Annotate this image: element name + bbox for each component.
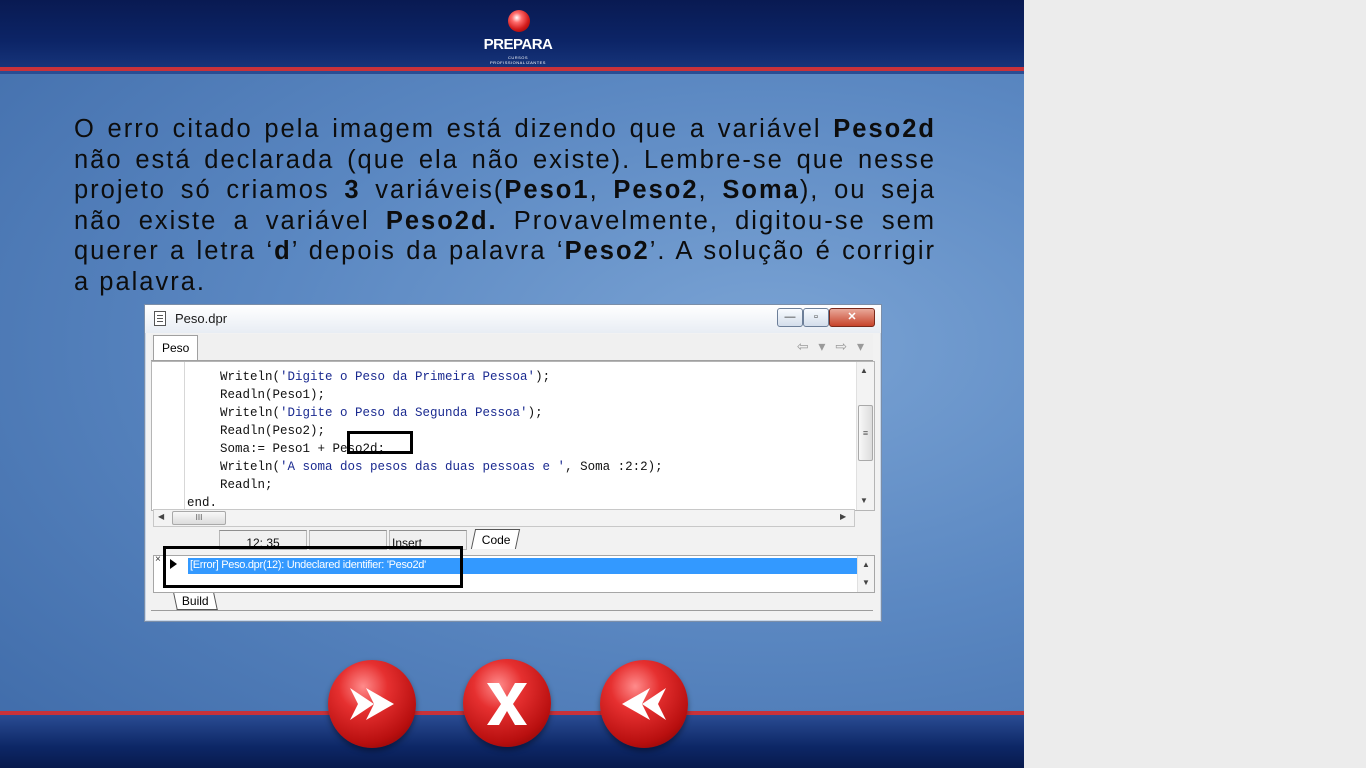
close-panel-icon[interactable]: × [155, 554, 161, 565]
code-line: Readln; [220, 476, 273, 494]
code-token: end. [187, 496, 218, 510]
tab-peso[interactable]: Peso [153, 335, 199, 360]
next-button[interactable] [328, 660, 416, 748]
code-token: Readln(Peso2); [220, 424, 326, 438]
code-editor[interactable]: Writeln('Digite o Peso da Primeira Pesso… [151, 361, 875, 511]
paragraph-bold-run: d [274, 237, 292, 265]
string-literal: 'Digite o Peso da Primeira Pessoa' [280, 370, 536, 384]
header-banner: PREPARA CURSOS PROFISSIONALIZANTES [0, 0, 1024, 68]
previous-button[interactable] [600, 660, 688, 748]
code-line: Readln(Peso2); [220, 422, 325, 440]
paragraph-bold-run: Peso2d [833, 115, 936, 143]
slide: PREPARA CURSOS PROFISSIONALIZANTES O err… [0, 0, 1024, 768]
ide-bottom-border [151, 610, 873, 615]
header-blue-line [0, 71, 1024, 74]
code-line: Readln(Peso1); [220, 386, 325, 404]
code-token: Writeln( [220, 406, 281, 420]
scroll-down-icon[interactable]: ▼ [860, 496, 868, 505]
paragraph-bold-run: Peso2 [564, 237, 650, 265]
logo-name: PREPARA [483, 36, 553, 53]
ide-window: Peso.dpr — ▫ ✕ Peso ⇦ ▾ ⇨ ▾ Writeln('Dig… [144, 304, 882, 622]
code-token: ); [535, 370, 551, 384]
x-icon [487, 683, 527, 725]
error-highlight-box [347, 431, 413, 454]
code-token: Readln; [220, 478, 273, 492]
paragraph-run: , [698, 176, 723, 204]
code-line: Writeln('Digite o Peso da Primeira Pesso… [220, 368, 550, 386]
tab-build[interactable]: Build [173, 593, 218, 610]
window-title: Peso.dpr [175, 311, 228, 326]
code-token: ); [527, 406, 543, 420]
maximize-button[interactable]: ▫ [803, 308, 829, 327]
document-icon [154, 311, 166, 326]
paragraph-run: ’ depois da palavra ‘ [291, 237, 565, 265]
tab-code[interactable]: Code [470, 529, 520, 549]
scroll-right-icon[interactable]: ▶ [840, 512, 846, 521]
forward-arrow-icon [350, 688, 394, 720]
paragraph-bold-run: Peso2 [613, 176, 699, 204]
code-token: Writeln( [220, 460, 281, 474]
paragraph-bold-run: Peso2d. [385, 206, 498, 235]
vertical-scrollbar[interactable]: ▲ ≡ ▼ [856, 362, 874, 510]
tab-code-label: Code [481, 533, 511, 547]
back-arrow-icon [622, 688, 666, 720]
code-token: Readln(Peso1); [220, 388, 326, 402]
exit-button[interactable] [463, 659, 551, 747]
navigation-arrows-icon[interactable]: ⇦ ▾ ⇨ ▾ [797, 338, 867, 355]
message-highlight-box [163, 546, 463, 588]
code-token: , Soma :2:2); [565, 460, 663, 474]
logo-ball-icon [508, 10, 530, 32]
prepara-logo: PREPARA CURSOS PROFISSIONALIZANTES [478, 10, 558, 65]
message-scrollbar[interactable]: ▲ ▼ [857, 556, 874, 592]
explanation-paragraph: O erro citado pela imagem está dizendo q… [74, 114, 936, 297]
code-token: Writeln( [220, 370, 281, 384]
scroll-left-icon[interactable]: ◀ [158, 512, 164, 521]
editor-gutter [152, 362, 185, 510]
msg-scroll-down-icon[interactable]: ▼ [862, 578, 870, 587]
paragraph-run: variáveis( [360, 176, 505, 204]
horizontal-scrollbar[interactable]: ◀ III ▶ [153, 509, 855, 527]
logo-tagline: CURSOS PROFISSIONALIZANTES [490, 55, 546, 65]
paragraph-run: , [589, 176, 614, 204]
code-line: Writeln('Digite o Peso da Segunda Pessoa… [220, 404, 543, 422]
hscroll-thumb[interactable]: III [172, 511, 226, 525]
code-line: Writeln('A soma dos pesos das duas pesso… [220, 458, 663, 476]
window-titlebar[interactable]: Peso.dpr — ▫ ✕ [145, 305, 881, 333]
string-literal: 'A soma dos pesos das duas pessoas e ' [280, 460, 566, 474]
paragraph-bold-run: 3 [344, 176, 361, 204]
msg-scroll-up-icon[interactable]: ▲ [862, 560, 870, 569]
paragraph-bold-run: Soma [722, 176, 800, 204]
tab-build-label: Build [181, 594, 209, 608]
paragraph-run: O erro citado pela imagem está dizendo q… [74, 115, 834, 143]
scroll-up-icon[interactable]: ▲ [860, 366, 868, 375]
paragraph-bold-run: Peso1 [504, 176, 590, 204]
close-button[interactable]: ✕ [829, 308, 875, 327]
string-literal: 'Digite o Peso da Segunda Pessoa' [280, 406, 528, 420]
minimize-button[interactable]: — [777, 308, 803, 327]
scroll-thumb[interactable]: ≡ [858, 405, 873, 461]
editor-tabbar: Peso ⇦ ▾ ⇨ ▾ [151, 334, 873, 361]
